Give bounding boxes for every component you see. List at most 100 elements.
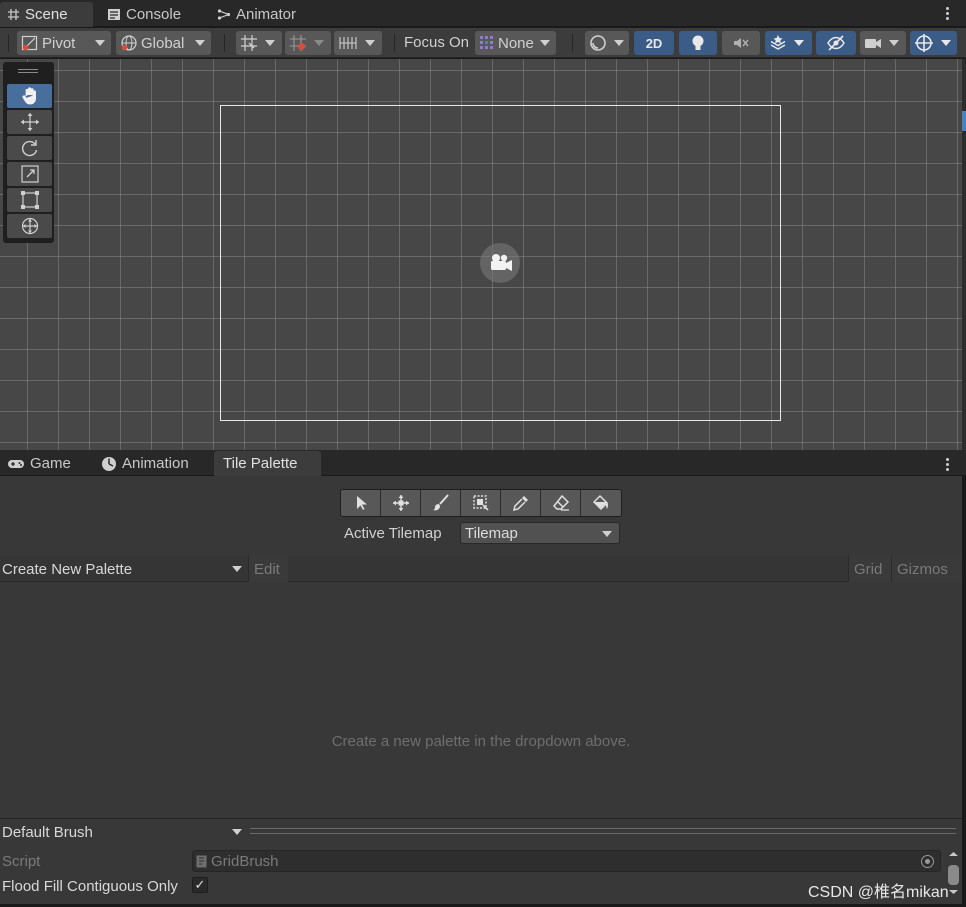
picker-button[interactable]: [501, 490, 541, 516]
chevron-down-icon: [602, 531, 612, 537]
object-picker-icon[interactable]: [921, 855, 934, 868]
select-tool-button[interactable]: [341, 490, 381, 516]
effects-dropdown[interactable]: [765, 31, 812, 55]
toolbar-separator: [394, 34, 395, 52]
tab-animation-label: Animation: [122, 455, 189, 472]
gizmos-label: Gizmos: [897, 560, 948, 578]
chevron-down-icon: [232, 829, 242, 835]
watermark-text: CSDN @椎名mikan: [808, 884, 949, 901]
grid-toggle-button[interactable]: Grid: [848, 556, 891, 582]
tab-console-label: Console: [126, 6, 182, 23]
tab-tile-palette[interactable]: Tile Palette: [214, 451, 321, 476]
lighting-toggle-button[interactable]: [679, 31, 717, 55]
scene-camera-dropdown[interactable]: [860, 31, 906, 55]
box-fill-icon: [472, 494, 490, 512]
hand-icon: [20, 86, 40, 106]
video-camera-icon: [864, 36, 882, 50]
script-file-icon: [196, 855, 207, 868]
draw-mode-dropdown[interactable]: [585, 31, 629, 55]
2d-toggle-button[interactable]: 2D: [634, 31, 674, 55]
empty-palette-message: Create a new palette in the dropdown abo…: [331, 733, 631, 750]
script-field[interactable]: GridBrush: [192, 850, 941, 872]
camera-gizmo-icon[interactable]: [480, 243, 520, 283]
focus-grid-icon: [479, 35, 495, 51]
tab-game[interactable]: Game: [0, 451, 78, 476]
palette-dropdown[interactable]: Create New Palette: [0, 556, 248, 582]
active-tilemap-value: Tilemap: [465, 524, 518, 542]
snap-increment-dropdown[interactable]: [334, 31, 382, 55]
ruler-icon: [338, 34, 358, 52]
chevron-down-icon: [95, 40, 105, 46]
chevron-down-icon: [265, 40, 275, 46]
tab-animation[interactable]: Animation: [94, 451, 196, 476]
audio-toggle-button[interactable]: [722, 31, 760, 55]
pivot-dropdown[interactable]: Pivot: [17, 31, 111, 55]
focus-on-dropdown[interactable]: None: [475, 31, 556, 55]
tile-palette-more-menu-icon[interactable]: [942, 453, 952, 475]
inspector-splitter-handle[interactable]: [250, 828, 956, 834]
tab-animator[interactable]: Animator: [210, 2, 303, 27]
script-value: GridBrush: [211, 852, 279, 870]
move-selection-button[interactable]: [381, 490, 421, 516]
gizmos-dropdown[interactable]: [910, 31, 957, 55]
chevron-down-icon: [941, 40, 951, 46]
global-dropdown[interactable]: Global: [116, 31, 211, 55]
scale-tool-button[interactable]: [7, 162, 52, 186]
grid-hash-icon: [7, 8, 20, 21]
tab-tile-palette-label: Tile Palette: [223, 455, 298, 472]
scene-more-menu-icon[interactable]: [942, 2, 952, 24]
scale-icon: [20, 164, 40, 184]
brush-icon: [432, 494, 450, 512]
grid-snapping-dropdown[interactable]: [236, 31, 282, 55]
tab-scene[interactable]: Scene: [0, 2, 93, 27]
flood-fill-checkbox[interactable]: ✓: [192, 877, 208, 893]
pivot-icon: [21, 34, 39, 52]
gizmos-toggle-button[interactable]: Gizmos: [891, 556, 962, 582]
move-tool-button[interactable]: [7, 110, 52, 134]
edit-palette-button[interactable]: Edit: [248, 556, 288, 582]
brush-dropdown[interactable]: Default Brush: [0, 819, 248, 845]
gamepad-icon: [7, 458, 25, 470]
focus-on-label: Focus On: [404, 34, 470, 51]
grid-snap-icon: [240, 34, 258, 52]
scene-tab-bar: Scene Console Animator: [0, 0, 966, 27]
toolbar-separator: [572, 34, 573, 52]
eraser-button[interactable]: [541, 490, 581, 516]
rotate-icon: [20, 138, 40, 158]
increment-snap-dropdown[interactable]: [285, 31, 331, 55]
console-icon: [107, 8, 121, 21]
toolbar-separator: [224, 34, 225, 52]
scene-visibility-toggle[interactable]: [816, 31, 856, 55]
clock-icon: [101, 456, 117, 472]
rotate-tool-button[interactable]: [7, 136, 52, 160]
scrollbar-thumb[interactable]: [962, 111, 966, 131]
snap-magnet-icon: [289, 34, 307, 52]
scene-toolbar: Pivot Global Focus On None 2D: [0, 28, 966, 58]
lightbulb-icon: [691, 34, 705, 52]
chevron-down-icon: [889, 40, 899, 46]
box-fill-button[interactable]: [461, 490, 501, 516]
shading-sphere-icon: [589, 34, 607, 52]
muted-speaker-icon: [732, 35, 750, 51]
hand-tool-button[interactable]: [7, 84, 52, 108]
tile-palette-tool-group: [340, 489, 622, 517]
tab-console[interactable]: Console: [100, 2, 188, 27]
chevron-down-icon: [314, 40, 324, 46]
paint-brush-button[interactable]: [421, 490, 461, 516]
rect-transform-icon: [20, 190, 40, 210]
script-label: Script: [2, 853, 41, 870]
rect-tool-button[interactable]: [7, 188, 52, 212]
flood-fill-label: Flood Fill Contiguous Only: [2, 878, 178, 895]
transform-tool-button[interactable]: [7, 214, 52, 238]
focus-on-value: None: [498, 34, 534, 52]
active-tilemap-dropdown[interactable]: Tilemap: [460, 522, 620, 544]
brush-dropdown-label: Default Brush: [2, 823, 93, 841]
tab-scene-label: Scene: [25, 6, 68, 23]
scene-scrollbar[interactable]: [962, 59, 966, 450]
overlay-grip-handle[interactable]: [18, 69, 38, 73]
scene-view[interactable]: [0, 59, 962, 450]
palette-dropdown-label: Create New Palette: [2, 560, 133, 578]
flood-fill-button[interactable]: [581, 490, 621, 516]
eyedropper-icon: [512, 494, 530, 512]
cursor-arrow-icon: [354, 495, 368, 511]
